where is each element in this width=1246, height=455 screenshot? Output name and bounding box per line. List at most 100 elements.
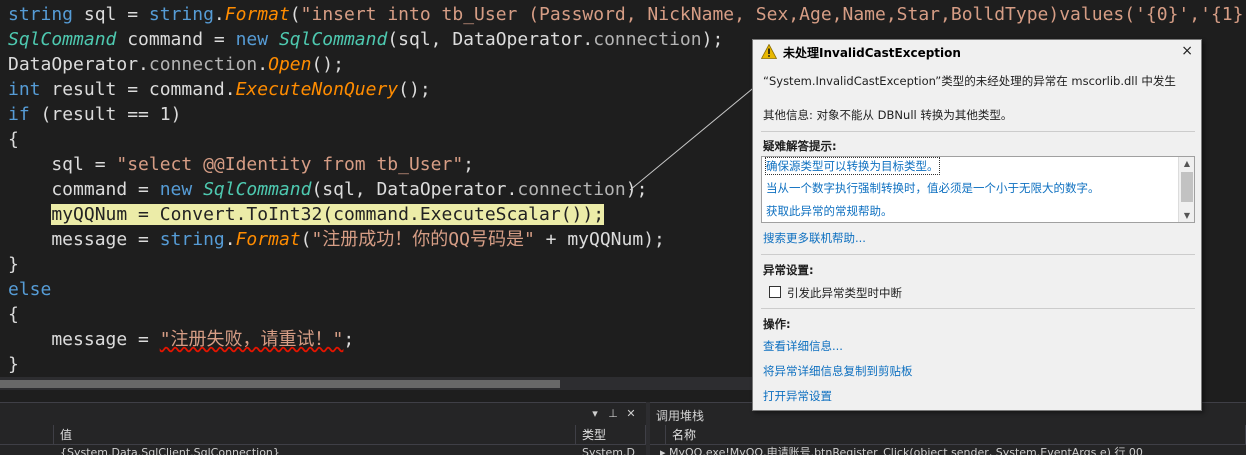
code-token: message = bbox=[8, 329, 160, 350]
locals-col-name[interactable] bbox=[0, 425, 54, 445]
code-token: Format bbox=[235, 229, 301, 250]
tips-scrollbar[interactable]: ▲ ▼ bbox=[1178, 157, 1194, 222]
code-line[interactable]: } bbox=[8, 252, 19, 277]
exception-message: “System.InvalidCastException”类型的未经处理的异常在… bbox=[763, 74, 1176, 88]
code-token: sql = bbox=[73, 4, 149, 25]
warning-icon bbox=[761, 44, 777, 59]
close-icon[interactable]: × bbox=[1181, 43, 1193, 59]
code-token: connection bbox=[148, 54, 258, 75]
code-line[interactable]: if (result == 1) bbox=[8, 102, 181, 127]
code-token: string bbox=[159, 229, 225, 250]
code-line[interactable]: message = string.Format("注册成功！你的QQ号码是" +… bbox=[8, 227, 665, 252]
code-line[interactable]: DataOperator.connection.Open(); bbox=[8, 52, 344, 77]
editor-scrollbar-thumb[interactable] bbox=[0, 380, 560, 388]
code-token: "select @@Identity from tb_User" bbox=[116, 154, 464, 175]
break-on-exception-label[interactable]: 引发此异常类型时中断 bbox=[787, 285, 902, 301]
code-token: (); bbox=[311, 54, 344, 75]
code-token: string bbox=[148, 4, 214, 25]
code-token: + myQQNum); bbox=[534, 229, 665, 250]
code-token: } bbox=[8, 254, 19, 275]
tips-scroll-thumb[interactable] bbox=[1181, 172, 1193, 202]
code-token: DataOperator. bbox=[8, 54, 149, 75]
tips-list[interactable]: 确保源类型可以转换为目标类型。 当从一个数字执行强制转换时，值必须是一个小于无限… bbox=[761, 156, 1195, 223]
code-token: result = command. bbox=[40, 79, 236, 100]
tip-item[interactable]: 当从一个数字执行强制转换时，值必须是一个小于无限大的数字。 bbox=[766, 180, 1100, 196]
code-line[interactable]: } bbox=[8, 352, 19, 376]
code-line[interactable]: string sql = string.Format("insert into … bbox=[8, 2, 1243, 27]
code-token: SqlCommand bbox=[8, 29, 117, 50]
code-token: . bbox=[213, 4, 225, 25]
code-token: command = bbox=[116, 29, 236, 50]
code-token: command = bbox=[8, 179, 160, 200]
locals-panel: ▾ ⊥ ✕ 值 类型 {System.Data.SqlClient.SqlCon… bbox=[0, 402, 646, 455]
scroll-up-icon[interactable]: ▲ bbox=[1179, 157, 1195, 170]
divider bbox=[761, 308, 1195, 309]
code-token: (sql, DataOperator. bbox=[311, 179, 518, 200]
popup-header: 未处理InvalidCastException × bbox=[753, 40, 1201, 64]
exception-extra-info: 其他信息: 对象不能从 DBNull 转换为其他类型。 bbox=[763, 108, 1013, 122]
current-statement-highlight: myQQNum = Convert.ToInt32(command.Execut… bbox=[51, 204, 605, 225]
code-line[interactable]: int result = command.ExecuteNonQuery(); bbox=[8, 77, 431, 102]
code-token: ; bbox=[463, 154, 474, 175]
code-token: "注册成功！你的QQ号码是" bbox=[311, 229, 535, 250]
code-token: Format bbox=[224, 4, 290, 25]
divider bbox=[761, 254, 1195, 255]
code-line[interactable]: { bbox=[8, 127, 19, 152]
code-token: message = bbox=[8, 229, 160, 250]
code-token: connection bbox=[517, 179, 626, 200]
break-on-exception-checkbox[interactable] bbox=[769, 286, 781, 298]
panel-dropdown-icon[interactable]: ▾ bbox=[588, 406, 602, 421]
code-line[interactable]: { bbox=[8, 302, 19, 327]
code-token: ); bbox=[701, 29, 724, 50]
code-token: { bbox=[8, 129, 19, 150]
locals-row-type[interactable]: System.D bbox=[576, 446, 646, 455]
callstack-row[interactable]: ▸ MyQQ.exe!MyQQ.申请账号.btnRegister_Click(o… bbox=[654, 446, 1244, 455]
callstack-title: 调用堆栈 bbox=[656, 409, 705, 423]
code-line[interactable]: else bbox=[8, 277, 51, 302]
scroll-down-icon[interactable]: ▼ bbox=[1179, 209, 1195, 222]
code-token: "注册失败，请重试！" bbox=[159, 329, 344, 350]
code-token: int bbox=[8, 79, 41, 100]
tips-heading: 疑难解答提示: bbox=[763, 139, 837, 153]
open-exception-settings-link[interactable]: 打开异常设置 bbox=[763, 388, 832, 404]
tip-item[interactable]: 获取此异常的常规帮助。 bbox=[766, 203, 893, 219]
code-token: . bbox=[257, 54, 269, 75]
search-more-link[interactable]: 搜索更多联机帮助... bbox=[763, 230, 866, 246]
code-token: string bbox=[8, 4, 74, 25]
code-line[interactable]: message = "注册失败，请重试！"; bbox=[8, 327, 354, 352]
panel-close-icon[interactable]: ✕ bbox=[624, 406, 638, 421]
code-line[interactable]: SqlCommand command = new SqlCommand(sql,… bbox=[8, 27, 723, 52]
code-token: if bbox=[8, 104, 30, 125]
exception-settings-heading: 异常设置: bbox=[763, 263, 814, 277]
code-token: ; bbox=[343, 329, 355, 350]
code-line[interactable]: command = new SqlCommand(sql, DataOperat… bbox=[8, 177, 647, 202]
code-token: . bbox=[224, 229, 236, 250]
divider bbox=[761, 131, 1195, 132]
view-details-link[interactable]: 查看详细信息... bbox=[763, 338, 843, 354]
code-token: ExecuteNonQuery bbox=[235, 79, 399, 100]
code-token: } bbox=[8, 354, 19, 375]
code-token: sql = bbox=[8, 154, 117, 175]
locals-col-value[interactable]: 值 bbox=[54, 425, 576, 445]
code-line[interactable]: myQQNum = Convert.ToInt32(command.Execut… bbox=[8, 202, 605, 227]
code-token: { bbox=[8, 304, 19, 325]
code-token: Open bbox=[268, 54, 312, 75]
tip-item[interactable]: 确保源类型可以转换为目标类型。 bbox=[765, 157, 940, 175]
actions-heading: 操作: bbox=[763, 317, 791, 331]
popup-title: 未处理InvalidCastException bbox=[783, 46, 961, 60]
code-token: ); bbox=[625, 179, 648, 200]
copy-details-link[interactable]: 将异常详细信息复制到剪贴板 bbox=[763, 363, 913, 379]
panel-pin-icon[interactable]: ⊥ bbox=[606, 406, 620, 421]
code-token: (sql, DataOperator. bbox=[387, 29, 594, 50]
code-token: new bbox=[235, 29, 269, 50]
code-token: SqlCommand bbox=[278, 29, 388, 50]
callstack-col-name[interactable]: 名称 bbox=[666, 425, 1246, 445]
locals-row-value[interactable]: {System.Data.SqlClient.SqlConnection} bbox=[54, 446, 576, 455]
code-token: else bbox=[8, 279, 52, 300]
locals-col-type[interactable]: 类型 bbox=[576, 425, 646, 445]
code-line[interactable]: sql = "select @@Identity from tb_User"; bbox=[8, 152, 474, 177]
code-token: SqlCommand bbox=[203, 179, 312, 200]
